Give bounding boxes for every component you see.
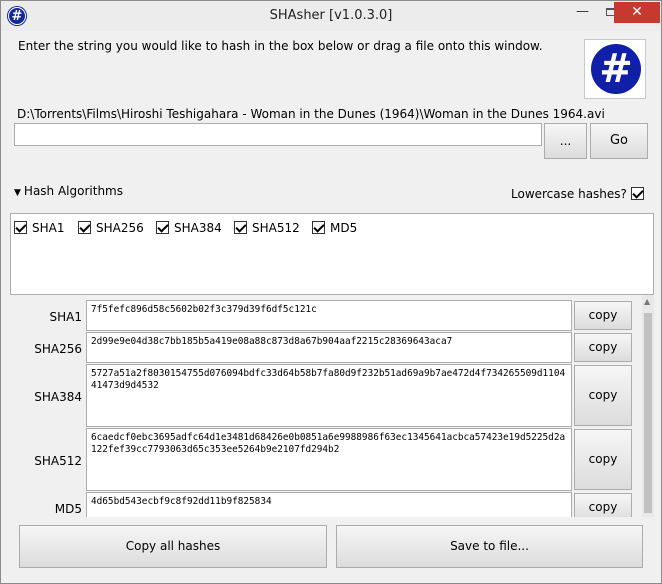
algo-label: SHA384 <box>174 221 222 235</box>
save-to-file-button[interactable]: Save to file... <box>336 525 643 568</box>
minimize-button[interactable]: — <box>569 2 596 23</box>
algo-label: MD5 <box>330 221 358 235</box>
file-path-label: D:\Torrents\Films\Hiroshi Teshigahara - … <box>17 107 605 121</box>
copy-button-md5[interactable]: copy <box>574 493 632 517</box>
hash-logo: # <box>584 39 646 99</box>
hash-output-sha1[interactable]: 7f5fefc896d58c5602b02f3c379d39f6df5c121c <box>86 300 572 331</box>
checkbox-sha1[interactable] <box>14 221 27 234</box>
algo-sha1[interactable]: SHA1 <box>14 221 64 235</box>
expand-arrow-icon: ▼ <box>14 188 21 198</box>
algo-label: SHA512 <box>252 221 300 235</box>
checkbox-sha256[interactable] <box>78 221 91 234</box>
lowercase-checkbox[interactable] <box>631 187 644 200</box>
algo-sha384[interactable]: SHA384 <box>156 221 222 235</box>
results-panel: SHA1 7f5fefc896d58c5602b02f3c379d39f6df5… <box>10 295 654 517</box>
lowercase-label: Lowercase hashes? <box>511 187 627 201</box>
hash-algorithms-toggle[interactable]: ▼ Hash Algorithms <box>14 184 123 198</box>
scroll-up-arrow-icon[interactable]: ▲ <box>644 297 650 306</box>
hash-output-sha512[interactable]: 6caedcf0ebc3695adfc64d1e3481d68426e0b085… <box>86 428 572 491</box>
algo-label: SHA256 <box>96 221 144 235</box>
window-title: SHAsher [v1.0.3.0] <box>269 8 393 23</box>
title-bar: # SHAsher [v1.0.3.0] — ✕ <box>1 1 661 31</box>
checkbox-sha512[interactable] <box>234 221 247 234</box>
algo-label: SHA1 <box>32 221 65 235</box>
hash-input[interactable] <box>14 123 542 146</box>
results-scrollbar[interactable]: ▲ <box>642 295 654 517</box>
algo-md5[interactable]: MD5 <box>312 221 357 235</box>
hash-algorithms-label: Hash Algorithms <box>23 184 123 198</box>
copy-button-sha256[interactable]: copy <box>574 333 632 362</box>
hash-output-sha384[interactable]: 5727a51a2f8030154755d076094bdfc33d64b58b… <box>86 364 572 427</box>
algorithm-panel: SHA1 SHA256 SHA384 SHA512 MD5 <box>10 213 654 295</box>
instruction-text: Enter the string you would like to hash … <box>18 39 543 53</box>
copy-button-sha512[interactable]: copy <box>574 429 632 490</box>
result-label-sha1: SHA1 <box>49 310 82 324</box>
scroll-thumb[interactable] <box>644 313 652 513</box>
result-label-sha512: SHA512 <box>34 454 82 468</box>
checkbox-sha384[interactable] <box>156 221 169 234</box>
go-button[interactable]: Go <box>590 123 648 159</box>
copy-button-sha1[interactable]: copy <box>574 301 632 330</box>
hash-output-sha256[interactable]: 2d99e9e04d38c7bb185b5a419e08a88c873d8a67… <box>86 332 572 363</box>
hash-logo-icon: # <box>591 44 641 94</box>
result-label-sha256: SHA256 <box>34 342 82 356</box>
checkbox-md5[interactable] <box>312 221 325 234</box>
algo-sha512[interactable]: SHA512 <box>234 221 300 235</box>
app-window: # SHAsher [v1.0.3.0] — ✕ Enter the strin… <box>0 0 662 584</box>
copy-button-sha384[interactable]: copy <box>574 365 632 426</box>
browse-button[interactable]: ... <box>544 123 587 159</box>
copy-all-hashes-button[interactable]: Copy all hashes <box>19 525 327 568</box>
result-label-sha384: SHA384 <box>34 390 82 404</box>
result-label-md5: MD5 <box>54 502 82 516</box>
close-button[interactable]: ✕ <box>614 2 660 23</box>
algo-sha256[interactable]: SHA256 <box>78 221 144 235</box>
hash-output-md5[interactable]: 4d65bd543ecbf9c8f92dd11b9f825834 <box>86 492 572 517</box>
